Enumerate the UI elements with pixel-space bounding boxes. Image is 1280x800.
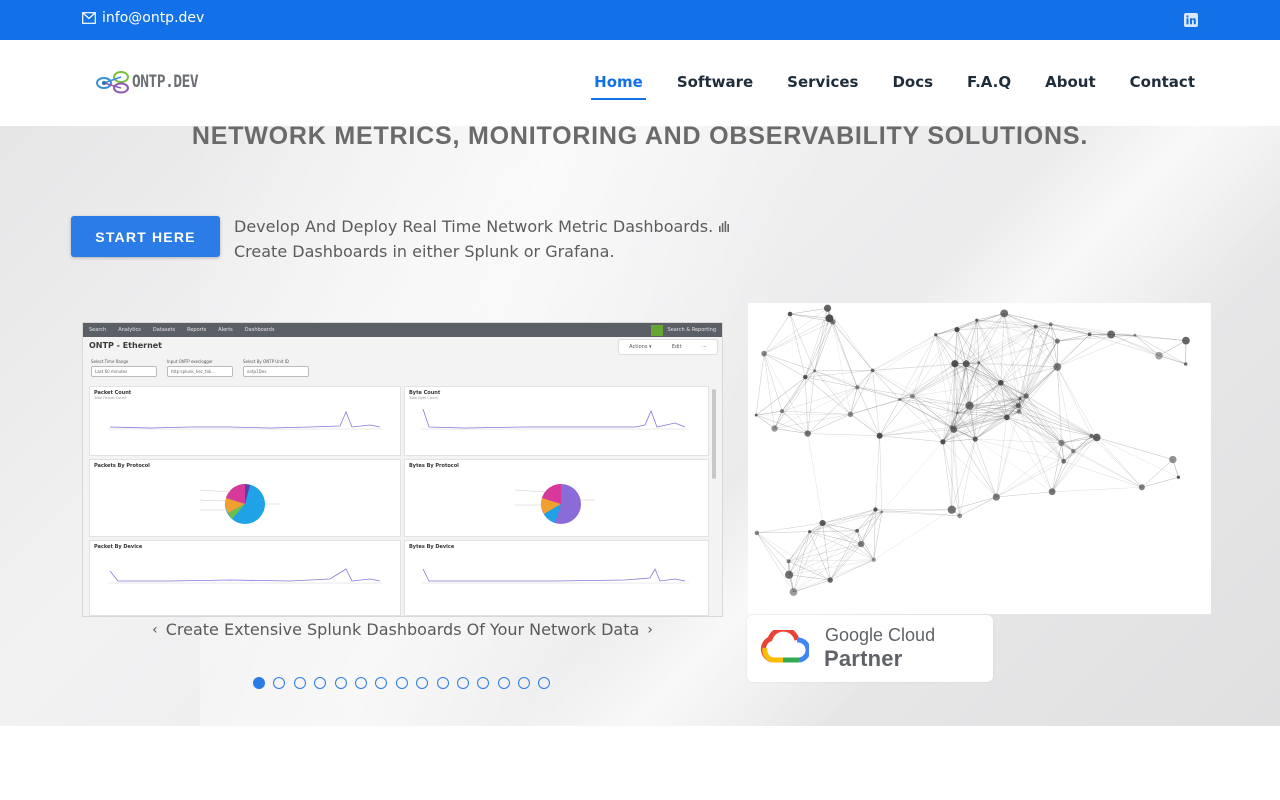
dashboard-panel: Bytes By Protocol <box>404 459 709 537</box>
slider-dot[interactable] <box>273 677 286 689</box>
email-text: info@ontp.dev <box>102 10 205 26</box>
dashboard-tool: ⋯ <box>701 344 707 350</box>
site-header: ONTP.DEV Home Software Services Docs F.A… <box>0 40 1280 126</box>
dashboard-filters: Select Time Range Last 60 minutes Input O… <box>91 359 309 377</box>
dashboard-app-bar: Search Analytics Datasets Reports Alerts… <box>83 323 722 337</box>
nav-docs[interactable]: Docs <box>875 73 950 100</box>
dashboard-filter: Select Time Range Last 60 minutes <box>91 359 157 377</box>
line-chart-graphic <box>108 568 382 584</box>
dashboard-tab: Alerts <box>218 327 233 333</box>
nav-contact[interactable]: Contact <box>1113 73 1212 100</box>
pie-chart-graphic <box>199 484 280 524</box>
site-logo[interactable]: ONTP.DEV <box>96 70 210 94</box>
line-chart-graphic <box>421 408 689 430</box>
main-nav: Home Software Services Docs F.A.Q About … <box>577 73 1212 100</box>
dashboard-tool: Edit <box>671 344 682 350</box>
dashboard-panel: Packet Count Total Packet Count <box>89 386 401 456</box>
slider-dot[interactable] <box>375 677 388 689</box>
chevron-right-icon[interactable]: › <box>647 622 653 638</box>
dashboard-title: ONTP - Ethernet <box>89 341 163 350</box>
network-graph-image <box>748 303 1211 614</box>
dashboard-tab: Dashboards <box>244 327 275 333</box>
filter-label: Select Time Range <box>91 359 129 364</box>
line-chart-graphic <box>421 568 689 584</box>
chevron-left-icon[interactable]: ‹ <box>152 622 158 638</box>
dashboard-panel: Packet By Device <box>89 540 401 616</box>
dashboard-panel: Bytes By Device <box>404 540 709 616</box>
bar-chart-icon <box>719 221 730 232</box>
slider-dot[interactable] <box>314 677 327 689</box>
splunk-dashboard-screenshot: Search Analytics Datasets Reports Alerts… <box>82 322 723 617</box>
dashboard-panel: Packets By Protocol <box>89 459 401 537</box>
nav-services[interactable]: Services <box>770 73 875 100</box>
dashboard-panel: Byte Count Total Byte Count <box>404 386 709 456</box>
filter-value: Last 60 minutes <box>91 366 157 377</box>
slider-caption-text: Create Extensive Splunk Dashboards Of Yo… <box>165 620 640 639</box>
nav-software[interactable]: Software <box>660 73 770 100</box>
splunk-app-icon <box>651 324 664 336</box>
slider-dot[interactable] <box>395 677 408 689</box>
hero-title: NETWORK METRICS, MONITORING AND OBSERVAB… <box>191 126 1089 150</box>
partner-name: Google Cloud <box>825 625 936 645</box>
slider-dot[interactable] <box>456 677 469 689</box>
nav-home[interactable]: Home <box>577 73 660 100</box>
tagline-line-2: Create Dashboards in either Splunk or Gr… <box>234 242 615 261</box>
hero-tagline: Develop And Deploy Real Time Network Met… <box>234 214 730 264</box>
slider-dot[interactable] <box>436 677 449 689</box>
filter-label: Select By ONTP Unit ID <box>243 359 289 364</box>
pie-chart-graphic <box>514 484 595 524</box>
google-cloud-partner-badge: Google Cloud Partner <box>747 615 993 682</box>
nav-faq[interactable]: F.A.Q <box>950 73 1028 100</box>
linkedin-icon[interactable] <box>1184 13 1198 27</box>
slider-dot[interactable] <box>293 677 306 689</box>
filter-value: ontp1Dev <box>243 366 309 377</box>
dashboard-tab: Datasets <box>152 327 176 333</box>
dashboard-app-name: Search & Reporting <box>667 327 716 333</box>
slider-caption: ‹ Create Extensive Splunk Dashboards Of … <box>82 620 723 639</box>
dashboard-scrollbar <box>712 389 716 479</box>
slider-dot[interactable] <box>354 677 367 689</box>
nav-about[interactable]: About <box>1028 73 1113 100</box>
slider-dot[interactable] <box>477 677 490 689</box>
slider-dot[interactable] <box>497 677 510 689</box>
filter-label: Input ONTP execlogger <box>167 359 213 364</box>
dashboard-tool: Actions ▾ <box>629 344 652 350</box>
dashboard-tab: Reports <box>187 327 207 333</box>
slider-dot[interactable] <box>253 677 265 689</box>
slider-dot[interactable] <box>334 677 347 689</box>
logo-mark-icon <box>96 71 129 94</box>
partner-label: Partner <box>824 646 903 671</box>
filter-value: http:splunk_hec_tok... <box>167 366 233 377</box>
tagline-line-1: Develop And Deploy Real Time Network Met… <box>234 217 714 236</box>
slider-dots <box>253 677 551 689</box>
slider-dot[interactable] <box>518 677 531 689</box>
dashboard-filter: Select By ONTP Unit ID ontp1Dev <box>243 359 309 377</box>
line-chart-graphic <box>108 410 382 430</box>
dashboard-filter: Input ONTP execlogger http:splunk_hec_tok… <box>167 359 233 377</box>
dashboard-tab: Search <box>89 327 107 333</box>
dashboard-tab: Analytics <box>118 327 141 333</box>
envelope-icon <box>82 12 96 24</box>
google-cloud-icon <box>760 630 809 663</box>
logo-text: ONTP.DEV <box>132 72 199 92</box>
slider-dot[interactable] <box>538 677 551 689</box>
top-contact-bar: info@ontp.dev <box>0 0 1280 40</box>
hero-section: NETWORK METRICS, MONITORING AND OBSERVAB… <box>0 126 1280 726</box>
email-link[interactable]: info@ontp.dev <box>82 10 204 26</box>
slider-dot[interactable] <box>416 677 429 689</box>
start-here-button[interactable]: START HERE <box>71 216 220 257</box>
dashboard-toolbar: Actions ▾ Edit ⋯ <box>618 339 718 355</box>
